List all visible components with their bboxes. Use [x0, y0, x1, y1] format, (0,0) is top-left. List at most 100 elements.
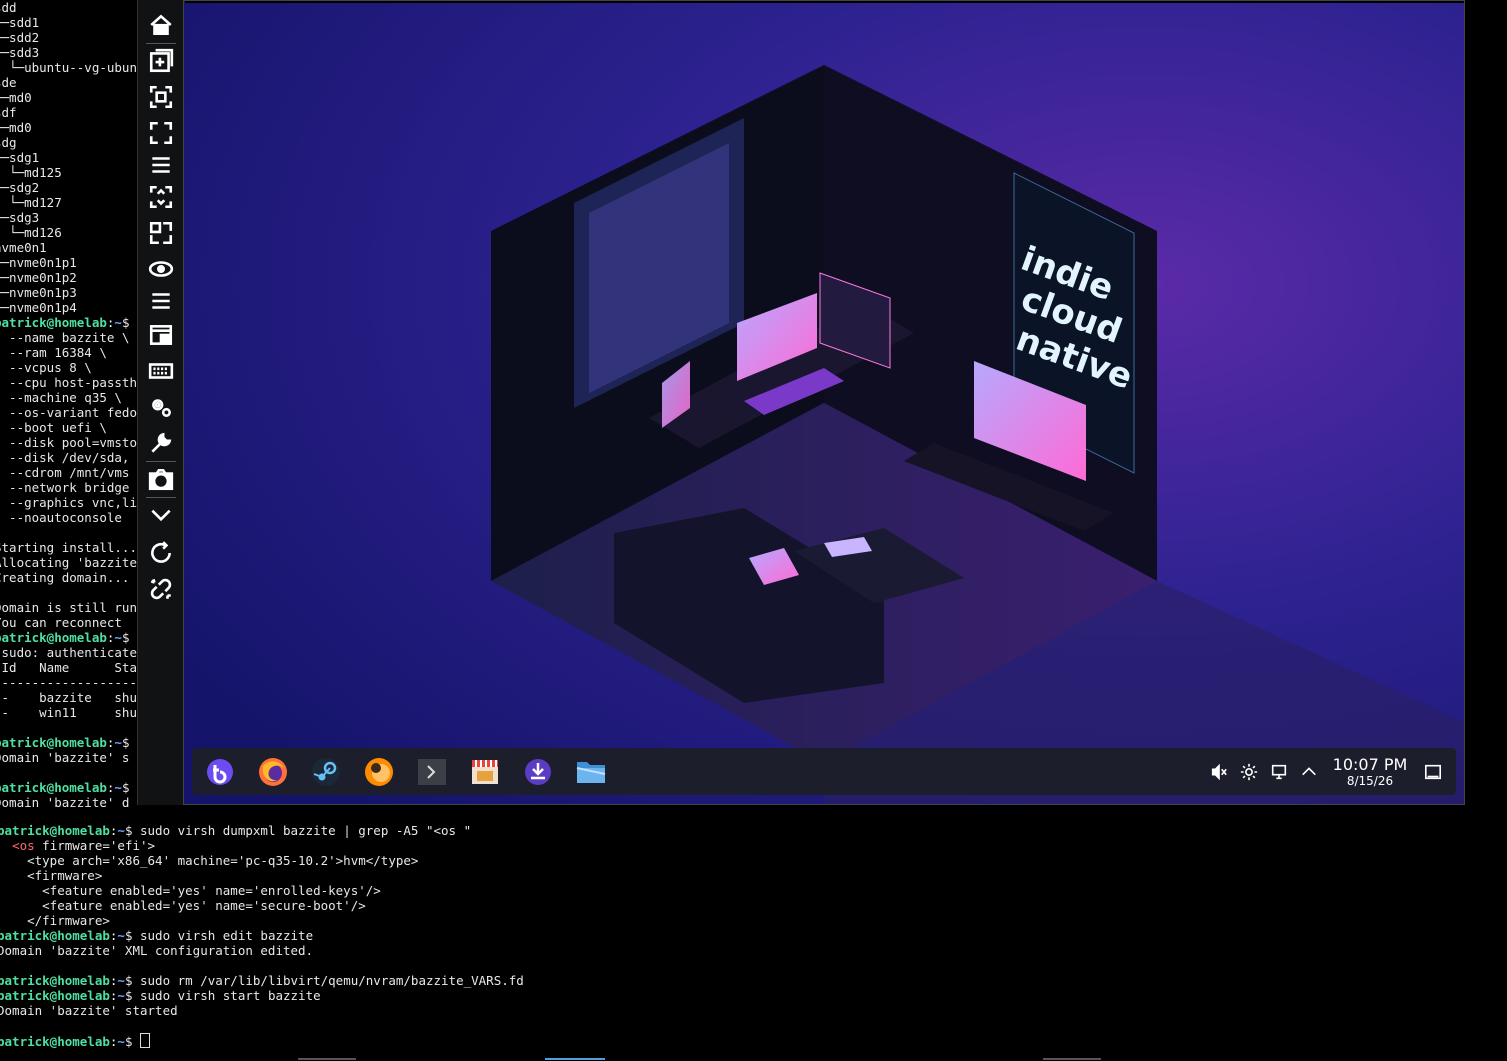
terminal-line: <os firmware='efi'>: [12, 838, 156, 853]
terminal-line: ├─nvme0n1p2: [0, 270, 77, 285]
bazaar-store-icon[interactable]: [467, 754, 503, 790]
warehouse-icon[interactable]: [520, 754, 556, 790]
disconnect-icon[interactable]: [146, 574, 176, 604]
terminal-line: --ram 16384 \: [0, 345, 107, 360]
terminal-line: --graphics vnc,listen \: [9, 495, 137, 510]
scale-icon[interactable]: [146, 182, 176, 212]
terminal-line: sdf: [0, 105, 17, 120]
terminal-line: patrick@homelab:~$ sudo virt-install \: [0, 315, 130, 330]
fit-screen-icon[interactable]: [146, 82, 176, 112]
window-mode-icon[interactable]: [146, 320, 176, 350]
keyboard-icon[interactable]: [146, 356, 176, 386]
terminal-line: │ └─md125: [0, 165, 62, 180]
viewer-toolbar: [137, 0, 185, 805]
fullscreen-icon[interactable]: [146, 118, 176, 148]
firefox-icon[interactable]: [255, 754, 291, 790]
terminal-line: Domain 'bazzite' s: [0, 750, 130, 765]
home-icon[interactable]: [146, 10, 176, 40]
terminal-line: --cpu host-passthrough \: [9, 375, 137, 390]
terminal-line: ├─nvme0n1p3: [0, 285, 77, 300]
wrench-icon[interactable]: [146, 428, 176, 458]
desktop-wallpaper: indie cloud native: [184, 3, 1464, 804]
display-icon[interactable]: [1268, 761, 1290, 783]
terminal-line: --disk pool=vmstore \: [9, 435, 137, 450]
chevron-down-icon[interactable]: [146, 500, 176, 530]
terminal-line: --network bridge \: [0, 480, 137, 495]
terminal-line: --cdrom /mnt/vms \: [0, 465, 137, 480]
terminal-line: patrick@homelab:~$ sudo virsh list --all: [0, 630, 130, 645]
menu-icon[interactable]: [146, 286, 176, 316]
camera-icon[interactable]: [146, 464, 176, 494]
terminal-line: --name bazzite \: [0, 330, 130, 345]
terminal-line: </firmware>: [0, 913, 110, 928]
terminal-line: patrick@homelab:~$: [0, 780, 130, 795]
terminal-line: --vcpus 8 \: [0, 360, 92, 375]
terminal-line: ├─sdg1: [0, 150, 40, 165]
terminal-line: └─ubuntu--vg-ubuntu--lv: [9, 60, 137, 75]
terminal-line: Id Name State: [1, 660, 137, 675]
clock-date: 8/15/26: [1346, 773, 1394, 788]
taskbar: 10:07 PM 8/15/26: [192, 748, 1456, 795]
menu-icon[interactable]: [146, 150, 176, 180]
terminal-line: --machine q35 \: [0, 390, 122, 405]
terminal-line: Domain 'bazzite' started: [0, 1003, 178, 1018]
terminal-line: patrick@homelab:~$ sudo virsh dumpxml ba…: [0, 823, 472, 838]
terminal-line: --os-variant fedora \: [9, 405, 137, 420]
clock[interactable]: 10:07 PM 8/15/26: [1328, 755, 1412, 788]
vm-display[interactable]: indie cloud native 10:07 PM 8/15/26: [183, 0, 1465, 805]
terminal-line: nvme0n1: [0, 240, 47, 255]
terminal-line: --noautoconsole: [0, 510, 122, 525]
terminal-line: You can reconnect: [0, 615, 122, 630]
steam-icon[interactable]: [308, 754, 344, 790]
terminal-line: ├─sdg2: [0, 180, 40, 195]
system-tray: 10:07 PM 8/15/26: [1208, 748, 1456, 795]
terminal-line: sde: [0, 75, 17, 90]
terminal-line: Domain is still running: [0, 600, 137, 615]
brightness-icon[interactable]: [1238, 761, 1260, 783]
terminal-line: sdg: [0, 135, 17, 150]
new-tab-icon[interactable]: [146, 46, 176, 76]
tray-expand-icon[interactable]: [1298, 761, 1320, 783]
terminal-line: Starting install...: [0, 540, 137, 555]
terminal-line: └─sdd3: [0, 45, 40, 60]
terminal-line: │ └─md127: [0, 195, 62, 210]
terminal-line: <feature enabled='yes' name='enrolled-ke…: [0, 883, 381, 898]
view-only-icon[interactable]: [146, 254, 176, 284]
reconnect-icon[interactable]: [146, 538, 176, 568]
settings-icon[interactable]: [146, 392, 176, 422]
terminal-line: patrick@homelab:~$ sudo rm /var/lib/libv…: [0, 973, 524, 988]
terminal-scrollback: sdd├─sdd1├─sdd2└─sdd3 └─ubuntu--vg-ubunt…: [0, 0, 137, 810]
terminal-app-icon[interactable]: [414, 754, 450, 790]
terminal-line: --boot uefi \: [0, 420, 107, 435]
terminal-line: ├─nvme0n1p1: [0, 255, 77, 270]
terminal-line: patrick@homelab:~$: [0, 1033, 524, 1049]
show-desktop-icon[interactable]: [1422, 761, 1444, 783]
terminal-line: └─md0: [0, 120, 32, 135]
terminal-line: --disk /dev/sda, \: [0, 450, 137, 465]
terminal-line: ├─sdd1: [0, 15, 40, 30]
bazzite-portal-icon[interactable]: [202, 754, 238, 790]
terminal-line: [sudo: authenticate]: [0, 645, 137, 660]
terminal-line: Creating domain...: [0, 570, 130, 585]
volume-muted-icon[interactable]: [1208, 761, 1230, 783]
terminal-line: ├─sdd2: [0, 30, 40, 45]
exit-fullscreen-icon[interactable]: [146, 218, 176, 248]
terminal-line: <feature enabled='yes' name='secure-boot…: [0, 898, 366, 913]
files-icon[interactable]: [573, 754, 609, 790]
terminal-line: - bazzite shut off: [1, 690, 137, 705]
terminal-cursor: [140, 1033, 151, 1048]
terminal-line: └─md0: [0, 90, 32, 105]
terminal-line: <firmware>: [0, 868, 103, 883]
lutris-icon[interactable]: [361, 754, 397, 790]
terminal-line: Domain 'bazzite' d: [0, 795, 130, 810]
terminal-line: Allocating 'bazzite': [0, 555, 137, 570]
terminal-line: - win11 shut off: [1, 705, 137, 720]
terminal-line: └─nvme0n1p4: [0, 300, 77, 315]
terminal-line: sdd: [0, 0, 17, 15]
